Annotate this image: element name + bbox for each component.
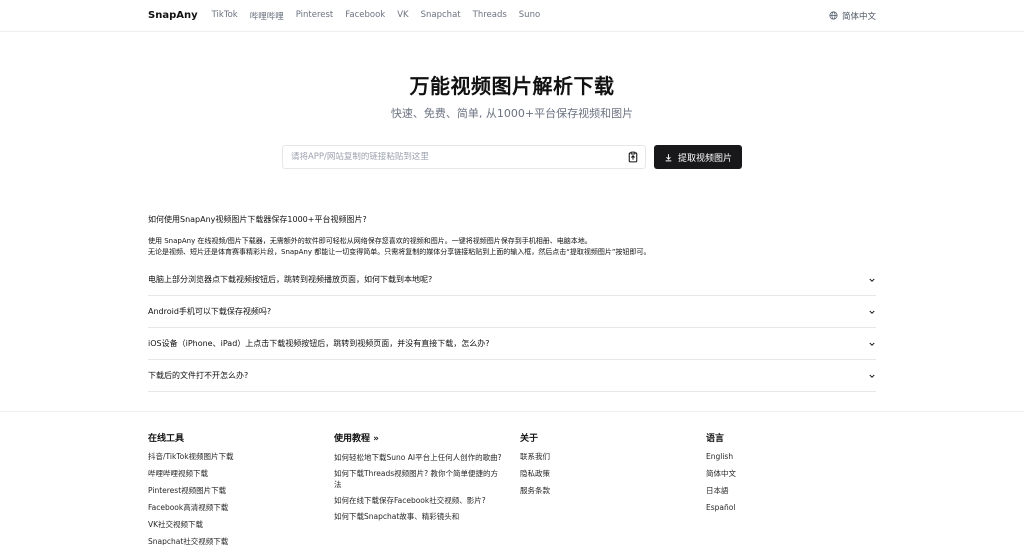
faq-question: 下载后的文件打不开怎么办? [148,371,249,380]
footer-link[interactable]: 如何在线下载保存Facebook社交视频、影片? [334,495,504,506]
footer-link[interactable]: VK社交视频下载 [148,520,334,530]
footer-link[interactable]: 服务条款 [520,486,706,496]
footer-link[interactable]: 如何下载Threads视频图片? 教你个简单便捷的方法 [334,468,504,490]
footer-heading-tutorials[interactable]: 使用教程 » [334,431,520,444]
footer-link[interactable]: Facebook高清视频下载 [148,503,334,513]
chevron-down-icon [869,342,875,346]
nav-link-tiktok[interactable]: TikTok [212,10,238,22]
platform-nav: TikTok 哔哩哔哩 Pinterest Facebook VK Snapch… [212,10,541,22]
footer-column-language: 语言 English 简体中文 日本語 Español [706,431,892,545]
footer-link[interactable]: 简体中文 [706,469,892,479]
extract-button[interactable]: 提取视频图片 [653,145,742,169]
faq-list: 电脑上部分浏览器点下载视频按钮后，跳转到视频播放页面，如何下载到本地呢? And… [148,264,876,392]
footer-column-tools: 在线工具 抖音/TikTok视频图片下载 哔哩哔哩视频下载 Pinterest视… [148,431,334,545]
faq-section: 如何使用SnapAny视频图片下载器保存1000+平台视频图片? 使用 Snap… [148,214,876,392]
nav-link-bilibili[interactable]: 哔哩哔哩 [250,10,284,22]
footer-column-about: 关于 联系我们 隐私政策 服务条款 [520,431,706,545]
paste-clipboard-icon[interactable] [627,151,639,163]
footer-link[interactable]: Snapchat社交视频下载 [148,537,334,545]
extract-button-label: 提取视频图片 [677,153,732,164]
site-footer: 在线工具 抖音/TikTok视频图片下载 哔哩哔哩视频下载 Pinterest视… [0,411,1024,545]
download-icon [665,153,672,161]
brand-logo[interactable]: SnapAny [148,10,198,21]
footer-heading: 语言 [706,434,725,444]
faq-question: iOS设备（iPhone、iPad）上点击下载视频按钮后，跳转到视频页面，并没有… [148,339,490,348]
footer-link[interactable]: 如何下载Snapchat故事、精彩镜头和 [334,511,504,522]
footer-link[interactable]: Español [706,503,892,513]
chevron-down-icon [869,310,875,314]
page-subtitle: 快速、免费、简单, 从1000+平台保存视频和图片 [390,107,634,120]
faq-question: Android手机可以下载保存视频吗? [148,307,272,316]
faq-description: 使用 SnapAny 在线视频/图片下载器，无需额外的软件即可轻松从网络保存您喜… [148,236,876,258]
nav-link-suno[interactable]: Suno [519,10,540,22]
faq-item-desktop-download[interactable]: 电脑上部分浏览器点下载视频按钮后，跳转到视频播放页面，如何下载到本地呢? [148,264,876,296]
faq-item-file-open[interactable]: 下载后的文件打不开怎么办? [148,360,876,392]
footer-link[interactable]: 哔哩哔哩视频下载 [148,469,334,479]
footer-heading: 在线工具 [148,434,185,444]
footer-link[interactable]: 日本語 [706,486,892,496]
language-label: 简体中文 [841,11,876,22]
faq-description-line: 无论是视频、短片还是体育赛事精彩片段，SnapAny 都能让一切变得简单。只需将… [148,248,651,256]
footer-link[interactable]: Pinterest视频图片下载 [148,486,334,496]
footer-link[interactable]: 抖音/TikTok视频图片下载 [148,452,334,462]
globe-icon [829,11,838,20]
link-input-wrapper [281,145,646,169]
faq-description-line: 使用 SnapAny 在线视频/图片下载器，无需额外的软件即可轻松从网络保存您喜… [148,237,592,245]
link-search-form: 提取视频图片 [0,145,1024,169]
footer-columns: 在线工具 抖音/TikTok视频图片下载 哔哩哔哩视频下载 Pinterest视… [148,431,892,545]
chevron-down-icon [869,374,875,378]
faq-item-android[interactable]: Android手机可以下载保存视频吗? [148,296,876,328]
nav-link-pinterest[interactable]: Pinterest [296,10,334,22]
footer-link[interactable]: 联系我们 [520,452,706,462]
footer-heading: 关于 [520,434,539,444]
faq-heading: 如何使用SnapAny视频图片下载器保存1000+平台视频图片? [148,215,367,224]
nav-link-facebook[interactable]: Facebook [345,10,385,22]
faq-item-ios[interactable]: iOS设备（iPhone、iPad）上点击下载视频按钮后，跳转到视频页面，并没有… [148,328,876,360]
page-title: 万能视频图片解析下载 [409,74,615,98]
chevron-down-icon [869,278,875,282]
footer-link[interactable]: 如何轻松地下载Suno AI平台上任何人创作的歌曲? [334,452,504,463]
footer-link[interactable]: English [706,452,892,462]
top-navigation: SnapAny TikTok 哔哩哔哩 Pinterest Facebook V… [0,0,1024,32]
faq-question: 电脑上部分浏览器点下载视频按钮后，跳转到视频播放页面，如何下载到本地呢? [148,275,433,284]
language-switcher[interactable]: 简体中文 [829,10,876,22]
footer-column-tutorials: 使用教程 » 如何轻松地下载Suno AI平台上任何人创作的歌曲? 如何下载Th… [334,431,520,545]
nav-link-threads[interactable]: Threads [473,10,507,22]
link-input[interactable] [290,152,627,162]
hero-section: 万能视频图片解析下载 快速、免费、简单, 从1000+平台保存视频和图片 提取视… [0,70,1024,169]
footer-link[interactable]: 隐私政策 [520,469,706,479]
nav-link-vk[interactable]: VK [397,10,408,22]
nav-link-snapchat[interactable]: Snapchat [421,10,461,22]
